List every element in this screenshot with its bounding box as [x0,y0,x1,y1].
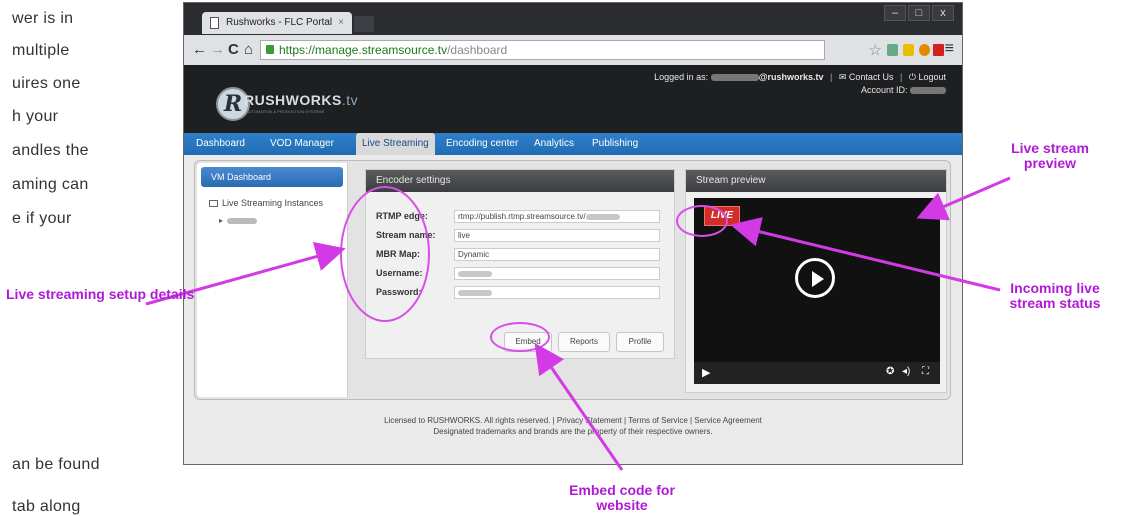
account-info: Account ID: [861,85,946,95]
redacted-instance [227,217,258,224]
preview-panel-title: Stream preview [686,170,946,192]
home-icon[interactable]: ⌂ [244,41,253,58]
profile-button[interactable]: Profile [616,332,664,352]
player-controls: ▶ ✪ ◂) ⛶ [694,362,940,384]
nav-live-streaming[interactable]: Live Streaming [356,133,435,155]
browser-tab[interactable]: Rushworks - FLC Portal × [202,12,352,34]
menu-icon[interactable]: ≡ [945,40,954,58]
redacted-username [710,74,759,82]
close-tab-icon[interactable]: × [338,12,344,34]
doc-line: wer is in [12,10,74,27]
lock-icon [266,45,274,54]
bookmark-star-icon[interactable]: ☆ [869,41,882,59]
page-icon [210,17,219,29]
doc-line: uires one [12,75,81,92]
play-icon[interactable] [795,258,835,298]
mbr-map-field[interactable]: Dynamic [454,248,660,261]
folder-icon [209,200,218,208]
extension-icon[interactable] [919,44,930,56]
new-tab-button[interactable] [354,16,374,32]
rtmp-edge-field[interactable]: rtmp://publish.rtmp.streamsource.tv/ [454,210,660,223]
play-control-icon[interactable]: ▶ [702,366,710,379]
stream-preview-panel: Stream preview LIVE ▶ ✪ ◂) ⛶ [685,169,947,393]
close-window-button[interactable]: x [932,5,954,21]
annotation-embed-code: Embed code for website [569,482,675,513]
embed-highlight-circle [490,322,550,352]
extension-icon[interactable] [887,44,898,56]
dashboard-content: VM Dashboard Live Streaming Instances ▸ … [194,160,951,400]
url-path: /dashboard [447,43,508,57]
nav-dashboard[interactable]: Dashboard [190,133,251,155]
stream-name-field[interactable]: live [454,229,660,242]
url-host: https://manage.streamsource.tv [279,43,448,57]
maximize-button[interactable]: □ [908,5,930,21]
live-badge-highlight-circle [676,205,728,237]
sidebar-header[interactable]: VM Dashboard [201,167,343,187]
annotation-incoming-status: Incoming live stream status [1009,280,1101,311]
encoder-panel-title: Encoder settings [366,170,674,192]
logged-in-user: @rushworks.tv [758,72,824,82]
site-header: R RUSHWORKS.tv AUTOMATION & PRODUCTION S… [184,65,962,133]
web-page: R RUSHWORKS.tv AUTOMATION & PRODUCTION S… [184,65,962,464]
page-footer: Licensed to RUSHWORKS. All rights reserv… [184,415,962,437]
reports-button[interactable]: Reports [558,332,610,352]
logout-link[interactable]: Logout [918,72,946,82]
nav-analytics[interactable]: Analytics [528,133,580,155]
back-arrow-icon[interactable]: ← [192,41,207,58]
volume-icon[interactable]: ◂) [902,366,910,377]
extension-icon[interactable] [903,44,914,56]
browser-toolbar: ← → C ⌂ https://manage.streamsource.tv/d… [184,35,962,65]
sidebar-subitem[interactable]: ▸ [219,216,258,225]
settings-icon[interactable]: ✪ [886,366,894,377]
logo-tagline: AUTOMATION & PRODUCTION SYSTEMS [246,109,325,114]
minimize-button[interactable]: – [884,5,906,21]
doc-line: h your [12,108,59,125]
username-field[interactable] [454,267,660,280]
mail-icon: ✉ [838,72,847,82]
tab-title: Rushworks - FLC Portal [226,17,333,28]
logged-in-label: Logged in as: [654,72,709,82]
doc-line: e if your [12,210,72,227]
password-field[interactable] [454,286,660,299]
video-player[interactable]: LIVE ▶ ✪ ◂) ⛶ [694,198,940,384]
forward-arrow-icon[interactable]: → [210,41,225,58]
user-info: Logged in as: @rushworks.tv | ✉ Contact … [654,72,946,82]
doc-line: tab along [12,498,81,515]
nav-encoding-center[interactable]: Encoding center [440,133,524,155]
nav-publishing[interactable]: Publishing [586,133,644,155]
annotation-live-setup: Live streaming setup details [6,286,195,302]
doc-line: an be found [12,456,100,473]
sidebar-item-live-instances[interactable]: Live Streaming Instances [209,198,323,208]
extension-icon[interactable] [933,44,944,56]
reload-icon[interactable]: C [228,41,239,58]
doc-line: aming can [12,176,89,193]
contact-link[interactable]: Contact Us [849,72,894,82]
footer-links[interactable]: Licensed to RUSHWORKS. All rights reserv… [184,415,962,426]
fullscreen-icon[interactable]: ⛶ [922,366,929,377]
browser-window: Rushworks - FLC Portal × – □ x ← → C ⌂ h… [183,2,963,465]
sidebar: VM Dashboard Live Streaming Instances ▸ [197,163,348,397]
address-bar[interactable]: https://manage.streamsource.tv/dashboard [260,40,825,60]
doc-line: multiple [12,42,70,59]
nav-vod-manager[interactable]: VOD Manager [264,133,340,155]
doc-line: andles the [12,142,89,159]
window-controls: – □ x [882,5,954,21]
redacted-account-id [910,87,946,95]
footer-trademark: Designated trademarks and brands are the… [433,427,713,436]
logo-text: RUSHWORKS.tv [244,92,359,108]
setup-highlight-circle [340,186,430,322]
main-nav: Dashboard VOD Manager Live Streaming Enc… [184,133,962,155]
document-text-fragment: wer is in multiple uires one h your andl… [0,0,180,516]
annotation-stream-preview: Live stream preview [1011,140,1089,171]
account-label: Account ID: [860,85,908,95]
power-icon: ⏻ [908,72,916,82]
